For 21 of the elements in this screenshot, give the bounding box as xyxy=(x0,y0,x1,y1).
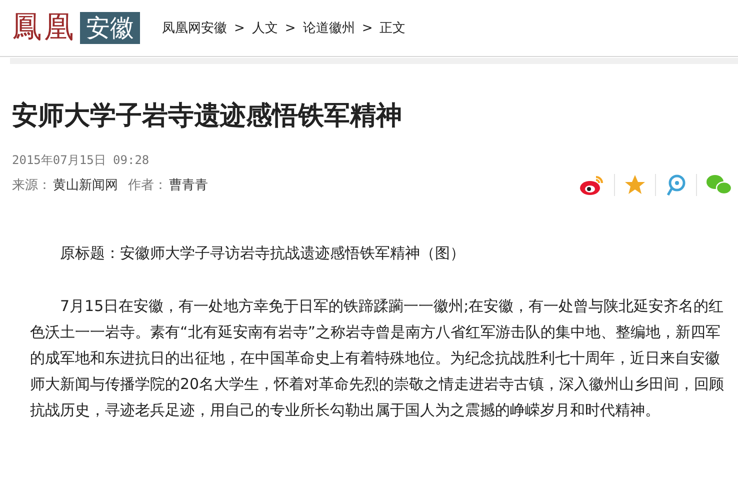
author-label: 作者： xyxy=(128,177,167,194)
star-icon[interactable] xyxy=(624,174,646,196)
article-title: 安师大学子岩寺遗迹感悟铁军精神 xyxy=(12,100,402,133)
author-name: 曹青青 xyxy=(169,177,208,194)
breadcrumb-separator: > xyxy=(284,20,296,36)
article-paragraph: 7月15日在安徽，有一处地方幸免于日军的铁蹄蹂躏一一徽州;在安徽，有一处曾与陕北延安齐名的红色沃土一一岩寺。素有“北有延安南有岩寺”之称岩寺曾是南方八省红军游击队的集中地、整编地，新四军的成军地和东进抗日的出征地，在中国革命史上有着特殊地位。为纪念抗战胜利七十周年，近日来自安徽师大新闻与传播学院的20名大学生，怀着对革命先烈的崇敬之情走进岩寺古镇，深入徽州山乡田间，回顾抗战历史，寻迹老兵足迹，用自己的专业所长勾勒出属于国人为之震撼的峥嵘岁月和时代精神。 xyxy=(30,296,726,421)
eye-share-icon[interactable] xyxy=(579,174,605,196)
logo-text: 鳳凰 xyxy=(12,13,76,43)
article-paragraph: 原标题：安徽师大学子寻访岩寺抗战遗迹感悟铁军精神（图） xyxy=(59,243,466,264)
pin-circle-icon[interactable] xyxy=(665,174,687,196)
breadcrumb-separator: > xyxy=(362,20,373,36)
chat-bubbles-icon[interactable] xyxy=(706,174,732,196)
source-label: 来源： xyxy=(12,177,51,194)
breadcrumb-link[interactable]: 凤凰网安徽 xyxy=(162,19,227,37)
breadcrumb-link[interactable]: 论道徽州 xyxy=(302,19,355,37)
breadcrumb-separator: > xyxy=(234,20,245,36)
breadcrumb-link[interactable]: 正文 xyxy=(380,19,406,37)
breadcrumb-link[interactable]: 人文 xyxy=(252,19,278,37)
publish-date: 2015年07月15日 09:28 xyxy=(12,152,150,169)
region-logo: 安徽 xyxy=(80,12,140,44)
source-name: 黄山新闻网 xyxy=(53,177,118,194)
